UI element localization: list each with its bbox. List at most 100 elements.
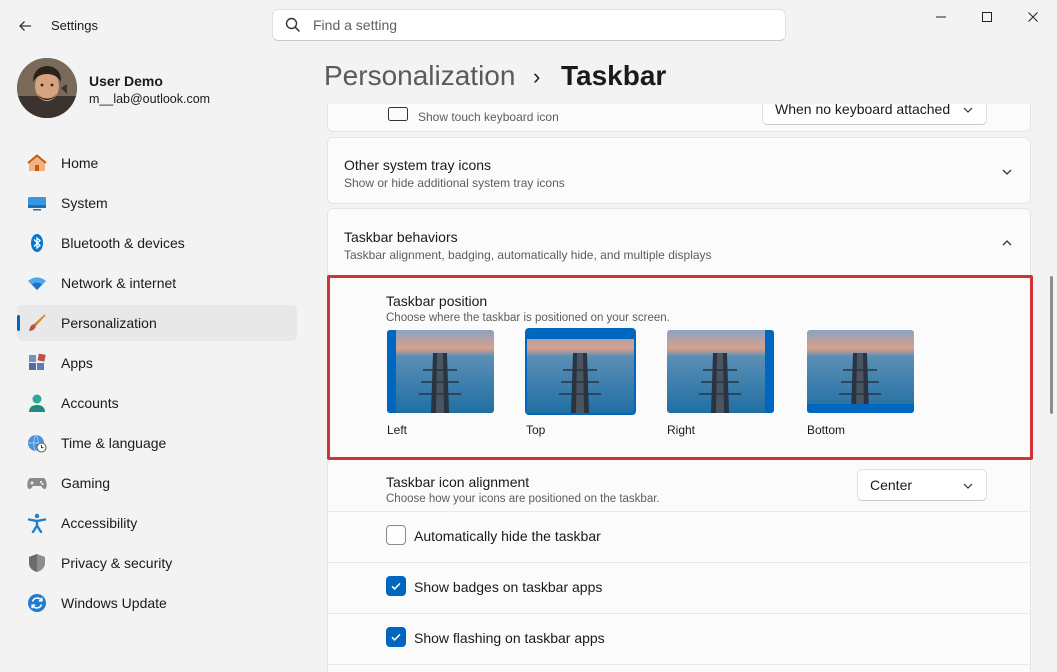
- taskbar-behaviors-subtitle: Taskbar alignment, badging, automaticall…: [344, 248, 712, 262]
- thumbnail-bottom-image: [807, 330, 914, 413]
- checkmark-icon: [391, 582, 401, 590]
- sidebar-item-label: Bluetooth & devices: [61, 235, 185, 251]
- apps-icon: [27, 353, 47, 373]
- minimize-icon: [936, 16, 946, 18]
- sidebar-item-bluetooth[interactable]: Bluetooth & devices: [17, 225, 297, 261]
- sidebar-item-gaming[interactable]: Gaming: [17, 465, 297, 501]
- checkbox-label: Show badges on taskbar apps: [414, 579, 603, 595]
- search-icon: [285, 17, 301, 33]
- sidebar-item-label: Accessibility: [61, 515, 138, 531]
- icon-alignment-subtitle: Choose how your icons are positioned on …: [386, 493, 660, 505]
- taskbar-behaviors-card: Taskbar behaviors Taskbar alignment, bad…: [327, 208, 1031, 672]
- avatar[interactable]: [17, 58, 77, 118]
- update-icon: [27, 593, 47, 613]
- icon-alignment-dropdown[interactable]: Center: [857, 469, 987, 501]
- sidebar-item-label: Accounts: [61, 395, 119, 411]
- taskbar-position-left-label: Left: [387, 423, 408, 437]
- taskbar-position-title: Taskbar position: [386, 293, 488, 309]
- bluetooth-icon: [27, 233, 47, 253]
- breadcrumb-separator: ›: [533, 64, 541, 89]
- touch-keyboard-dropdown[interactable]: When no keyboard attached: [762, 104, 987, 125]
- keyboard-icon: [388, 107, 408, 121]
- checkbox-label: Automatically hide the taskbar: [414, 528, 601, 544]
- sidebar-item-privacy[interactable]: Privacy & security: [17, 545, 297, 581]
- sidebar-item-label: Time & language: [61, 435, 167, 451]
- user-name: User Demo: [89, 73, 163, 89]
- shield-icon: [27, 553, 47, 573]
- thumbnail-right-image: [667, 330, 774, 413]
- show-badges-option[interactable]: Show badges on taskbar apps: [386, 576, 986, 600]
- sidebar-item-label: Apps: [61, 355, 93, 371]
- taskbar-behaviors-title: Taskbar behaviors: [344, 229, 458, 245]
- sidebar-item-accessibility[interactable]: Accessibility: [17, 505, 297, 541]
- auto-hide-taskbar-option[interactable]: Automatically hide the taskbar: [386, 525, 986, 549]
- system-icon: [27, 193, 47, 213]
- sidebar-item-label: Windows Update: [61, 595, 167, 611]
- app-title: Settings: [51, 18, 98, 33]
- sidebar-item-label: Home: [61, 155, 99, 171]
- sidebar-item-time-language[interactable]: Time & language: [17, 425, 297, 461]
- system-tray-subtitle: Show or hide additional system tray icon…: [344, 176, 565, 190]
- dropdown-value: Center: [870, 477, 913, 493]
- chevron-down-icon: [963, 107, 973, 113]
- show-badges-checkbox[interactable]: [386, 576, 406, 596]
- taskbar-position-top-label: Top: [526, 423, 546, 437]
- close-button[interactable]: [1010, 0, 1056, 34]
- breadcrumb-parent[interactable]: Personalization: [324, 60, 515, 92]
- checkbox-label: Show flashing on taskbar apps: [414, 630, 605, 646]
- sidebar-item-label: System: [61, 195, 108, 211]
- maximize-icon: [982, 12, 992, 22]
- clock-globe-icon: [27, 433, 47, 453]
- checkmark-icon: [391, 633, 401, 641]
- thumbnail-top-image: [527, 330, 634, 413]
- divider: [328, 562, 1030, 563]
- divider: [328, 664, 1030, 665]
- divider: [328, 277, 1030, 278]
- sidebar-item-system[interactable]: System: [17, 185, 297, 221]
- sidebar-item-label: Gaming: [61, 475, 111, 491]
- taskbar-position-right-option[interactable]: [667, 330, 774, 413]
- sidebar-item-label: Personalization: [61, 315, 157, 331]
- sidebar-item-label: Privacy & security: [61, 555, 173, 571]
- sidebar-item-personalization[interactable]: Personalization: [17, 305, 297, 341]
- title-bar: Settings: [0, 0, 1057, 52]
- show-flashing-option[interactable]: Show flashing on taskbar apps: [386, 627, 986, 651]
- sidebar-item-label: Network & internet: [61, 275, 177, 291]
- sidebar-item-apps[interactable]: Apps: [17, 345, 297, 381]
- active-indicator: [17, 315, 20, 331]
- user-email: m__lab@outlook.com: [89, 92, 211, 106]
- sidebar-item-home[interactable]: Home: [17, 145, 297, 181]
- minimize-button[interactable]: [918, 0, 964, 34]
- gamepad-icon: [27, 473, 47, 493]
- chevron-up-icon: [1002, 240, 1012, 246]
- wifi-icon: [27, 273, 47, 293]
- accounts-icon: [27, 393, 47, 413]
- search-input[interactable]: [313, 14, 773, 36]
- show-flashing-checkbox[interactable]: [386, 627, 406, 647]
- sidebar-item-windows-update[interactable]: Windows Update: [17, 585, 297, 621]
- taskbar-position-right-label: Right: [667, 423, 696, 437]
- taskbar-position-left-option[interactable]: [387, 330, 494, 413]
- chevron-down-icon[interactable]: [1001, 166, 1013, 178]
- sidebar-item-network[interactable]: Network & internet: [17, 265, 297, 301]
- taskbar-behaviors-header[interactable]: Taskbar behaviors Taskbar alignment, bad…: [328, 209, 1030, 277]
- page-title: Taskbar: [561, 60, 667, 91]
- maximize-button[interactable]: [964, 0, 1010, 34]
- user-avatar-image: [17, 58, 77, 118]
- system-tray-card[interactable]: Other system tray icons Show or hide add…: [327, 137, 1031, 204]
- auto-hide-checkbox[interactable]: [386, 525, 406, 545]
- taskbar-position-subtitle: Choose where the taskbar is positioned o…: [386, 312, 670, 324]
- thumbnail-left-image: [387, 330, 494, 413]
- icon-alignment-title: Taskbar icon alignment: [386, 474, 530, 490]
- back-arrow-icon: [19, 21, 31, 31]
- dropdown-value: When no keyboard attached: [775, 104, 951, 117]
- home-icon: [27, 153, 47, 173]
- sidebar-item-accounts[interactable]: Accounts: [17, 385, 297, 421]
- back-button[interactable]: [10, 12, 40, 40]
- search-box[interactable]: [272, 9, 786, 41]
- system-tray-title: Other system tray icons: [344, 157, 492, 173]
- taskbar-position-bottom-option[interactable]: [807, 330, 914, 413]
- scrollbar[interactable]: [1050, 276, 1053, 414]
- divider: [328, 511, 1030, 512]
- taskbar-position-top-option[interactable]: [525, 328, 636, 415]
